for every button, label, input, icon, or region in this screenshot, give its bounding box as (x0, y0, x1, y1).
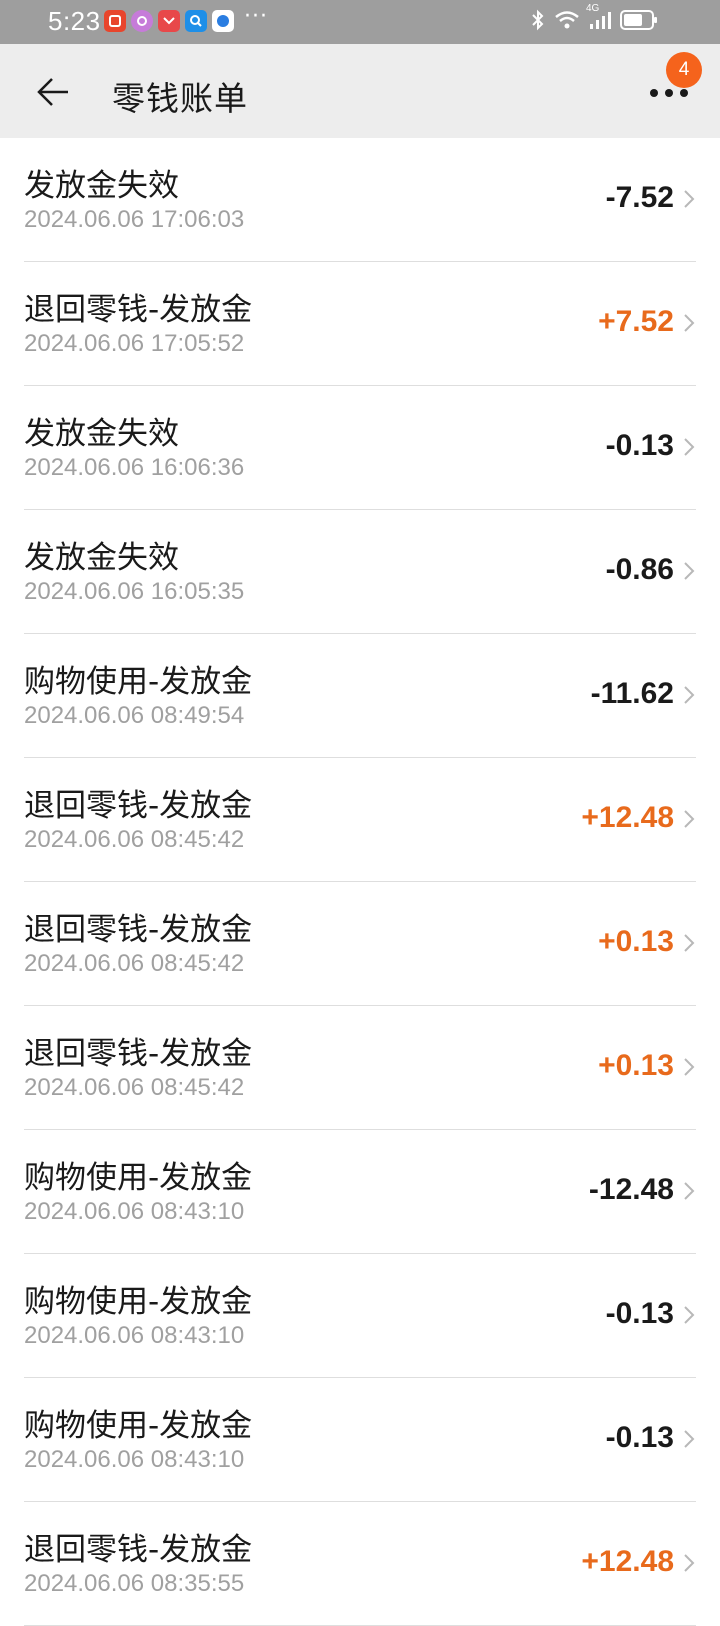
transaction-list: 发放金失效 2024.06.06 17:06:03 -7.52 退回零钱-发放金… (0, 138, 720, 1626)
transaction-row[interactable]: 发放金失效 2024.06.06 16:05:35 -0.86 (0, 510, 720, 634)
transaction-time: 2024.06.06 08:45:42 (24, 1074, 245, 1101)
transaction-title: 购物使用-发放金 (24, 1160, 253, 1196)
transaction-time: 2024.06.06 08:45:42 (24, 826, 245, 853)
chevron-right-icon (684, 314, 695, 332)
transaction-amount: -12.48 (588, 1173, 674, 1206)
taobao-app-icon (104, 10, 126, 32)
transaction-row[interactable]: 退回零钱-发放金 2024.06.06 08:45:42 +0.13 (0, 1006, 720, 1130)
transaction-amount: +12.48 (581, 801, 674, 834)
network-type-label: 4G (586, 3, 600, 14)
chevron-right-icon (684, 1182, 695, 1200)
chevron-right-icon (684, 1430, 695, 1448)
transaction-time: 2024.06.06 08:43:10 (24, 1322, 245, 1349)
transaction-time: 2024.06.06 17:05:52 (24, 330, 245, 357)
transaction-amount: -0.86 (605, 553, 674, 586)
search-app-icon (185, 10, 207, 32)
chevron-right-icon (684, 438, 695, 456)
page-title: 零钱账单 (112, 79, 248, 118)
transaction-title: 发放金失效 (24, 416, 179, 452)
transaction-amount: -0.13 (605, 1421, 674, 1454)
store-app-icon (158, 10, 180, 32)
browser-app-icon (212, 10, 234, 32)
chevron-right-icon (684, 190, 695, 208)
transaction-row[interactable]: 退回零钱-发放金 2024.06.06 17:05:52 +7.52 (0, 262, 720, 386)
notification-badge: 4 (666, 52, 702, 88)
transaction-row[interactable]: 发放金失效 2024.06.06 17:06:03 -7.52 (0, 138, 720, 262)
transaction-title: 发放金失效 (24, 168, 179, 204)
transaction-title: 购物使用-发放金 (24, 664, 253, 700)
system-icons: 4G (530, 3, 658, 36)
transaction-row[interactable]: 购物使用-发放金 2024.06.06 08:43:10 -0.13 (0, 1378, 720, 1502)
battery-icon (620, 9, 658, 35)
transaction-title: 退回零钱-发放金 (24, 1532, 253, 1568)
transaction-title: 退回零钱-发放金 (24, 788, 253, 824)
music-app-icon (131, 10, 153, 32)
more-notifications-icon: ··· (244, 4, 268, 29)
status-bar: 5:23 ··· 4G (0, 0, 720, 44)
transaction-time: 2024.06.06 08:45:42 (24, 950, 245, 977)
transaction-row[interactable]: 退回零钱-发放金 2024.06.06 08:35:55 +12.48 (0, 1502, 720, 1626)
transaction-amount: +0.13 (598, 925, 674, 958)
transaction-amount: +12.48 (581, 1545, 674, 1578)
signal-icon: 4G (586, 3, 612, 35)
transaction-title: 购物使用-发放金 (24, 1408, 253, 1444)
transaction-amount: -11.62 (590, 677, 674, 710)
transaction-amount: -7.52 (605, 181, 674, 214)
chevron-right-icon (684, 686, 695, 704)
chevron-right-icon (684, 934, 695, 952)
transaction-time: 2024.06.06 08:35:55 (24, 1570, 245, 1597)
wifi-icon (554, 9, 580, 35)
transaction-row[interactable]: 购物使用-发放金 2024.06.06 08:43:10 -0.13 (0, 1254, 720, 1378)
transaction-title: 退回零钱-发放金 (24, 292, 253, 328)
transaction-amount: -0.13 (605, 429, 674, 462)
chevron-right-icon (684, 1058, 695, 1076)
transaction-row[interactable]: 退回零钱-发放金 2024.06.06 08:45:42 +0.13 (0, 882, 720, 1006)
transaction-time: 2024.06.06 08:49:54 (24, 702, 245, 729)
transaction-row[interactable]: 购物使用-发放金 2024.06.06 08:49:54 -11.62 (0, 634, 720, 758)
transaction-time: 2024.06.06 08:43:10 (24, 1198, 245, 1225)
transaction-title: 退回零钱-发放金 (24, 912, 253, 948)
status-time: 5:23 (48, 6, 101, 36)
transaction-amount: -0.13 (605, 1297, 674, 1330)
transaction-row[interactable]: 发放金失效 2024.06.06 16:06:36 -0.13 (0, 386, 720, 510)
chevron-right-icon (684, 1554, 695, 1572)
chevron-right-icon (684, 562, 695, 580)
transaction-title: 退回零钱-发放金 (24, 1036, 253, 1072)
transaction-amount: +7.52 (598, 305, 674, 338)
transaction-amount: +0.13 (598, 1049, 674, 1082)
app-bar: 零钱账单 (0, 44, 720, 138)
transaction-title: 购物使用-发放金 (24, 1284, 253, 1320)
bluetooth-icon (530, 8, 546, 36)
back-button[interactable] (30, 70, 74, 114)
transaction-row[interactable]: 购物使用-发放金 2024.06.06 08:43:10 -12.48 (0, 1130, 720, 1254)
chevron-right-icon (684, 810, 695, 828)
transaction-time: 2024.06.06 16:05:35 (24, 578, 245, 605)
transaction-title: 发放金失效 (24, 540, 179, 576)
chevron-right-icon (684, 1306, 695, 1324)
transaction-row[interactable]: 退回零钱-发放金 2024.06.06 08:45:42 +12.48 (0, 758, 720, 882)
transaction-time: 2024.06.06 17:06:03 (24, 206, 245, 233)
transaction-time: 2024.06.06 08:43:10 (24, 1446, 245, 1473)
back-arrow-icon (37, 78, 68, 106)
notification-icons (104, 10, 234, 32)
transaction-time: 2024.06.06 16:06:36 (24, 454, 245, 481)
